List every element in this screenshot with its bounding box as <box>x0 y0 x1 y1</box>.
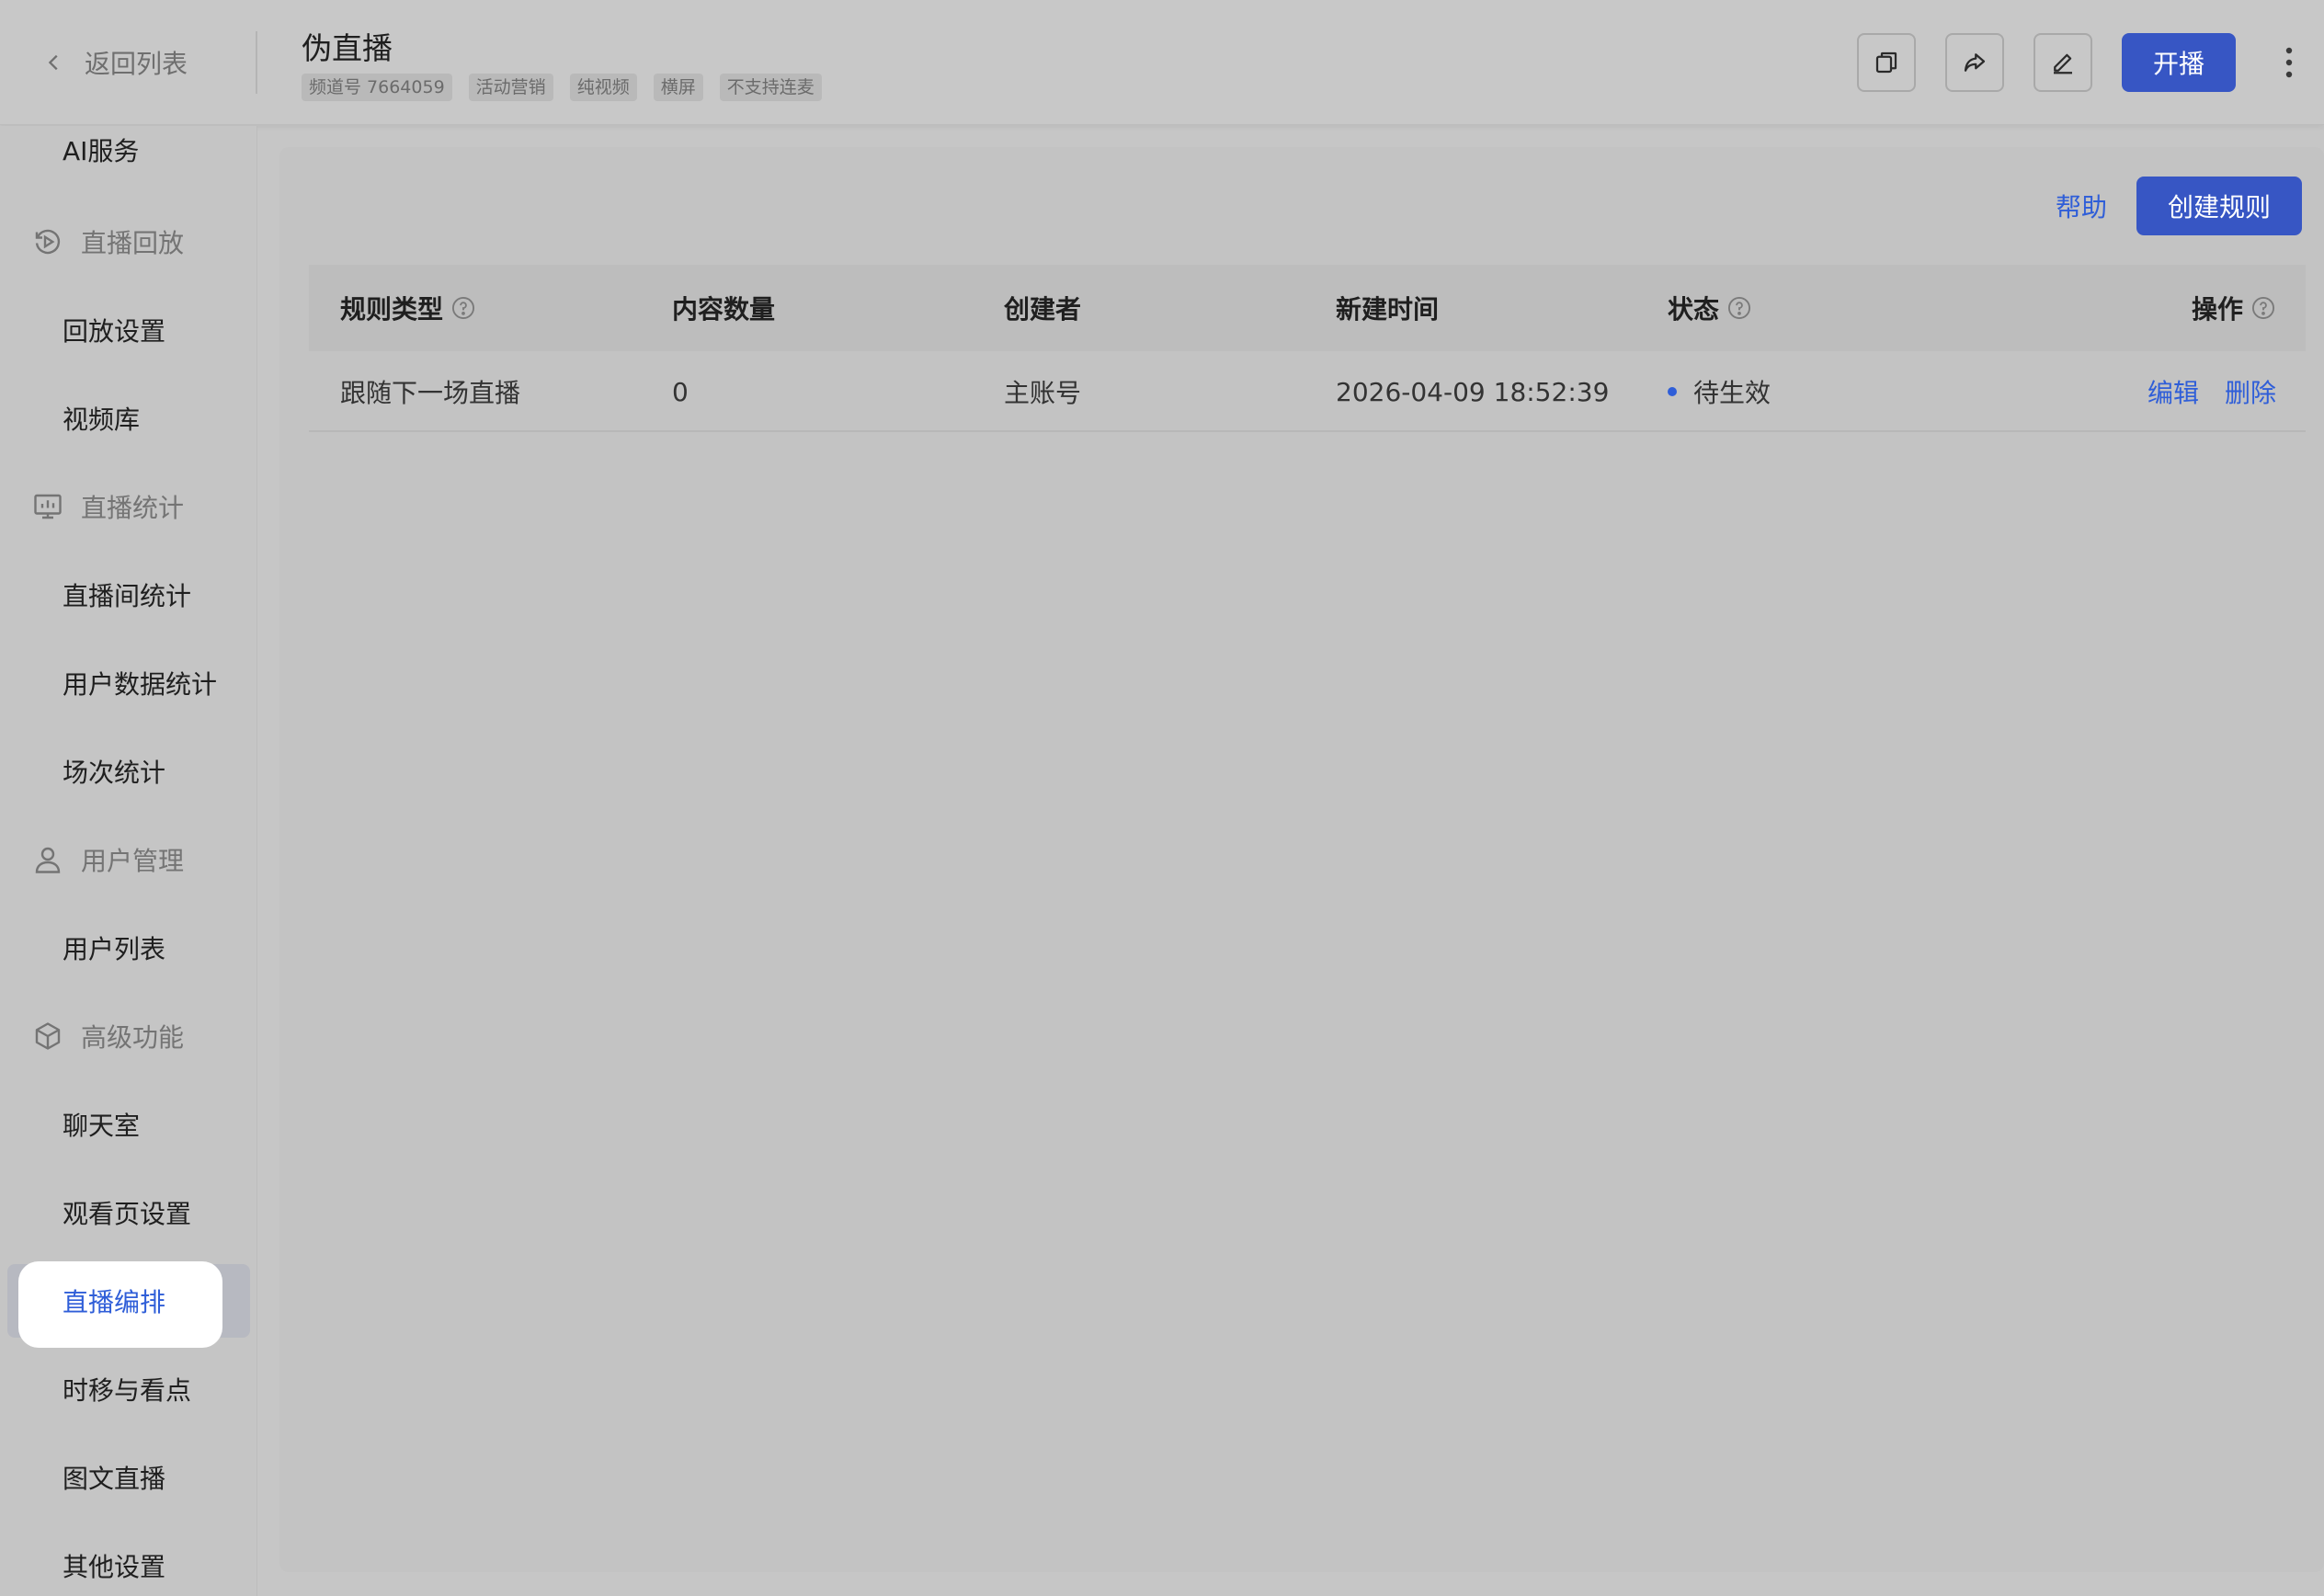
column-creator: 创建者 <box>1004 294 1082 325</box>
cell-status: 待生效 <box>1668 351 1771 432</box>
more-menu-button[interactable] <box>2273 37 2306 88</box>
status-dot <box>1668 387 1677 396</box>
start-live-button[interactable]: 开播 <box>2122 33 2236 92</box>
edit-rule-link[interactable]: 编辑 <box>2147 373 2199 410</box>
sidebar-item-chatroom[interactable]: 聊天室 <box>0 1091 256 1157</box>
column-created-time: 新建时间 <box>1336 294 1440 325</box>
sidebar-group-replay[interactable]: 直播回放 <box>0 209 256 275</box>
share-button[interactable] <box>1945 33 2004 92</box>
column-status: 状态 <box>1668 265 1752 351</box>
edit-button[interactable] <box>2034 33 2092 92</box>
page-title: 伪直播 <box>302 30 393 66</box>
cell-creator: 主账号 <box>1004 378 1082 408</box>
sidebar-item-timeshift-highlights[interactable]: 时移与看点 <box>0 1356 256 1422</box>
channel-tags: 频道号 7664059 活动营销 纯视频 横屏 不支持连麦 <box>302 74 822 101</box>
sidebar-item-ai-service[interactable]: AI服务 <box>0 126 256 183</box>
column-rule-type: 规则类型 <box>340 265 476 351</box>
sidebar-item-session-stats[interactable]: 场次统计 <box>0 738 256 804</box>
column-actions: 操作 <box>2192 265 2276 351</box>
media-type-tag: 纯视频 <box>569 74 637 101</box>
user-icon <box>35 847 61 873</box>
cell-created-time: 2026-04-09 18:52:39 <box>1336 376 1610 407</box>
orientation-tag: 横屏 <box>653 74 703 101</box>
cell-actions: 编辑 删除 <box>2147 351 2276 432</box>
copy-icon <box>1875 51 1897 74</box>
more-vertical-icon <box>2285 47 2293 78</box>
help-link[interactable]: 帮助 <box>2056 188 2107 224</box>
stats-icon <box>34 494 62 519</box>
top-header: 返回列表 伪直播 频道号 7664059 活动营销 纯视频 横屏 不支持连麦 开… <box>0 0 2324 125</box>
help-circle-icon[interactable] <box>1726 295 1752 321</box>
sidebar-group-advanced[interactable]: 高级功能 <box>0 1003 256 1069</box>
replay-icon <box>35 229 61 255</box>
rules-table: 规则类型 内容数量 创建者 新建时间 状态 操作 跟随下一场直播 0 主账号 2… <box>309 265 2306 432</box>
chevron-left-icon <box>48 54 58 71</box>
create-rule-button[interactable]: 创建规则 <box>2136 177 2302 235</box>
delete-rule-link[interactable]: 删除 <box>2225 373 2276 410</box>
sidebar-group-stats[interactable]: 直播统计 <box>0 473 256 540</box>
sidebar-item-live-schedule[interactable]: 直播编排 <box>0 1268 256 1334</box>
sidebar-item-other-settings[interactable]: 其他设置 <box>0 1533 256 1596</box>
status-text: 待生效 <box>1693 378 1771 408</box>
cell-content-count: 0 <box>672 376 689 407</box>
sidebar-item-image-text-live[interactable]: 图文直播 <box>0 1444 256 1510</box>
main-panel: 帮助 创建规则 规则类型 内容数量 创建者 新建时间 状态 操作 跟随下一场直播… <box>279 147 2324 1572</box>
cell-rule-type: 跟随下一场直播 <box>340 378 521 408</box>
share-icon <box>1964 53 1986 72</box>
back-label: 返回列表 <box>85 49 188 79</box>
table-header: 规则类型 内容数量 创建者 新建时间 状态 操作 <box>309 265 2306 351</box>
help-circle-icon[interactable] <box>450 295 476 321</box>
sidebar: AI服务 直播回放 回放设置 视频库 直播统计 直播间统计 用户数据统计 场次统… <box>0 126 257 1596</box>
copy-button[interactable] <box>1857 33 1916 92</box>
table-row: 跟随下一场直播 0 主账号 2026-04-09 18:52:39 待生效 编辑… <box>309 351 2306 432</box>
sidebar-group-user-management[interactable]: 用户管理 <box>0 826 256 893</box>
cube-icon <box>35 1022 61 1050</box>
mic-link-tag: 不支持连麦 <box>719 74 822 101</box>
back-to-list-button[interactable]: 返回列表 <box>44 40 188 85</box>
sidebar-item-replay-settings[interactable]: 回放设置 <box>0 297 256 363</box>
sidebar-item-watch-page-settings[interactable]: 观看页设置 <box>0 1180 256 1246</box>
channel-id-tag: 频道号 7664059 <box>302 74 452 101</box>
sidebar-item-video-library[interactable]: 视频库 <box>0 385 256 451</box>
header-divider <box>256 31 257 94</box>
scene-tag: 活动营销 <box>468 74 553 101</box>
sidebar-item-user-data-stats[interactable]: 用户数据统计 <box>0 650 256 716</box>
sidebar-item-room-stats[interactable]: 直播间统计 <box>0 562 256 628</box>
help-circle-icon[interactable] <box>2250 295 2276 321</box>
edit-icon <box>2054 53 2072 74</box>
column-content-count: 内容数量 <box>672 294 776 325</box>
sidebar-item-user-list[interactable]: 用户列表 <box>0 915 256 981</box>
